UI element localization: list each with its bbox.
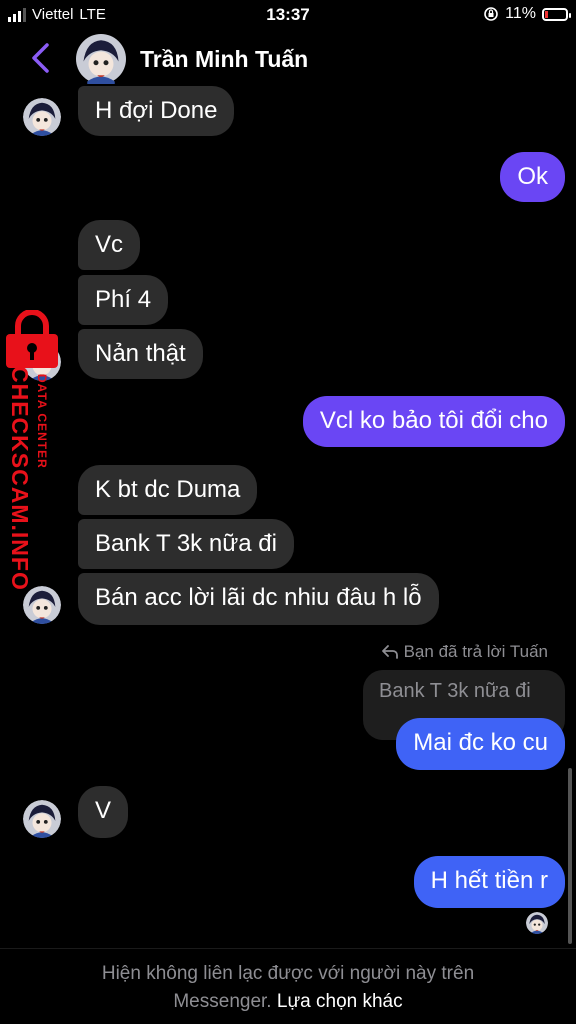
battery-icon bbox=[542, 7, 571, 21]
other-options-link[interactable]: Lựa chọn khác bbox=[277, 991, 403, 1012]
scrollbar[interactable] bbox=[568, 768, 572, 944]
watermark-subtext: DATA CENTER bbox=[35, 374, 49, 469]
reply-label-text: Bạn đã trả lời Tuấn bbox=[403, 642, 548, 661]
notice-line-2: Messenger. bbox=[173, 991, 272, 1012]
chat-header: Trần Minh Tuấn bbox=[0, 30, 576, 90]
message-bubble-incoming[interactable]: Bank T 3k nữa đi bbox=[78, 519, 294, 569]
message-bubble-outgoing[interactable]: Mai đc ko cu bbox=[396, 718, 565, 770]
message-bubble-outgoing[interactable]: H hết tiền r bbox=[413, 856, 565, 908]
footer-divider bbox=[0, 948, 576, 949]
footer-notice: Hiện không liên lạc được với người này t… bbox=[0, 960, 576, 1016]
status-bar: Viettel LTE 13:37 11% bbox=[0, 0, 576, 30]
reply-arrow-icon bbox=[381, 645, 398, 659]
message-bubble-incoming[interactable]: V bbox=[78, 786, 129, 838]
back-chevron-icon[interactable] bbox=[28, 42, 54, 74]
message-bubble-outgoing[interactable]: Vcl ko bảo tôi đổi cho bbox=[302, 396, 565, 447]
contact-name[interactable]: Trần Minh Tuấn bbox=[140, 46, 308, 73]
message-bubble-incoming[interactable]: K bt dc Duma bbox=[78, 465, 258, 515]
message-bubble-incoming[interactable]: Phí 4 bbox=[78, 275, 169, 325]
watermark: CHECKSCAM.INFO DATA CENTER bbox=[2, 310, 66, 591]
reply-indicator: Bạn đã trả lời Tuấn bbox=[381, 642, 548, 662]
notice-line-1: Hiện không liên lạc được với người này t… bbox=[101, 963, 475, 984]
message-bubble-incoming[interactable]: Nản thật bbox=[78, 329, 203, 379]
message-bubble-incoming[interactable]: Vc bbox=[78, 220, 141, 270]
message-bubble-outgoing[interactable]: Ok bbox=[500, 152, 565, 202]
watermark-text: CHECKSCAM.INFO bbox=[7, 366, 33, 591]
lock-icon bbox=[6, 310, 58, 368]
battery-percent: 11% bbox=[505, 5, 536, 22]
sender-avatar[interactable] bbox=[23, 586, 61, 624]
message-bubble-incoming[interactable]: H đợi Done bbox=[78, 86, 235, 136]
sender-avatar[interactable] bbox=[23, 800, 61, 838]
sender-avatar[interactable] bbox=[23, 98, 61, 136]
message-bubble-incoming[interactable]: Bán acc lời lãi dc nhiu đâu h lỗ bbox=[78, 573, 439, 625]
contact-avatar[interactable] bbox=[76, 34, 126, 84]
orientation-lock-icon bbox=[484, 7, 498, 21]
status-right: 11% bbox=[483, 5, 571, 23]
read-receipt-avatar bbox=[526, 912, 548, 934]
